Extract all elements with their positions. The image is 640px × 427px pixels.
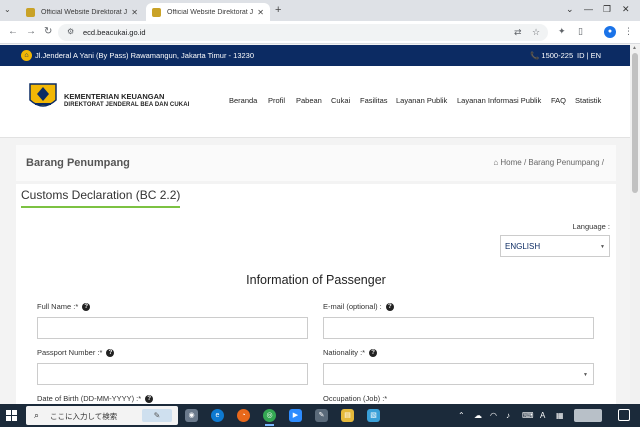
dob-label: Date of Birth (DD-MM-YYYY) :*? xyxy=(37,394,154,404)
chevron-down-icon: ▼ xyxy=(583,372,588,378)
browser-menu-icon[interactable]: ⋮ xyxy=(624,26,633,37)
tab-title: Official Website Direktorat Jenderal Bea… xyxy=(167,8,254,16)
minimize-button[interactable]: — xyxy=(584,4,593,14)
full-name-input[interactable] xyxy=(37,317,308,339)
bookmark-star-icon[interactable]: ☆ xyxy=(532,27,540,38)
translate-icon[interactable]: ⇄ xyxy=(514,27,522,38)
taskbar-search-input[interactable]: ⌕ ここに入力して検索 ✎ xyxy=(26,406,178,425)
browser-tab-2[interactable]: Official Website Direktorat Jenderal Bea… xyxy=(146,3,270,21)
nav-beranda[interactable]: Beranda xyxy=(229,96,257,105)
declaration-title: Customs Declaration (BC 2.2) xyxy=(21,188,181,208)
site-favicon-icon xyxy=(26,7,35,17)
page-scrollbar[interactable]: ▲ xyxy=(630,45,640,404)
email-input[interactable] xyxy=(323,317,594,339)
windows-taskbar: ⌕ ここに入力して検索 ✎ ◉ e ◔ ◎ ▶ ✎ ▤ ▧ ⌃ ☁ ◠ ♪ ⌨ … xyxy=(0,404,640,427)
occupation-label: Occupation (Job) :* xyxy=(323,394,388,403)
tab-list-icon[interactable]: ⌄ xyxy=(566,4,574,15)
nav-layanan-publik[interactable]: Layanan Publik xyxy=(396,96,447,105)
page-viewport: ⌂ Jl.Jenderal A Yani (By Pass) Rawamangu… xyxy=(0,45,630,404)
side-panel-icon[interactable]: ▯ xyxy=(578,26,583,37)
taskbar-clock[interactable] xyxy=(574,409,602,422)
tab-close-icon[interactable]: ✕ xyxy=(257,8,264,17)
section-title: Information of Passenger xyxy=(246,273,386,287)
keyboard-icon[interactable]: ⌨ xyxy=(522,411,534,420)
nav-profil[interactable]: Profil xyxy=(268,96,285,105)
site-header: KEMENTERIAN KEUANGAN DIREKTORAT JENDERAL… xyxy=(0,66,630,138)
tab-title: Official Website Direktorat Jenderal Bea… xyxy=(41,8,128,16)
close-window-button[interactable]: ✕ xyxy=(622,4,630,15)
file-explorer-icon[interactable]: ▤ xyxy=(341,409,354,422)
passport-label: Passport Number :*? xyxy=(37,348,115,358)
language-switch[interactable]: ID | EN xyxy=(577,51,601,60)
site-top-bar: ⌂ Jl.Jenderal A Yani (By Pass) Rawamangu… xyxy=(0,45,630,66)
scroll-thumb[interactable] xyxy=(632,53,638,193)
help-icon[interactable]: ? xyxy=(82,303,91,312)
tab-close-icon[interactable]: ✕ xyxy=(131,8,138,17)
firefox-browser-icon[interactable]: ◔ xyxy=(237,409,250,422)
passport-input[interactable] xyxy=(37,363,308,385)
onedrive-icon[interactable]: ☁ xyxy=(474,411,482,420)
email-label: E-mail (optional) :? xyxy=(323,302,394,312)
help-icon[interactable]: ? xyxy=(369,349,378,358)
language-label: Language : xyxy=(572,222,610,231)
ime-settings-icon[interactable]: ▦ xyxy=(556,411,564,420)
browser-toolbar: ← → ↻ ⚙ ecd.beacukai.go.id ⇄ ☆ ✦ ▯ ● ⋮ xyxy=(0,21,640,44)
home-icon[interactable]: ⌂ xyxy=(21,50,32,61)
tray-expand-icon[interactable]: ⌃ xyxy=(458,411,465,420)
help-icon[interactable]: ? xyxy=(106,349,115,358)
nav-faq[interactable]: FAQ xyxy=(551,96,566,105)
language-select[interactable]: ENGLISH ▼ xyxy=(500,235,610,257)
scroll-up-icon[interactable]: ▲ xyxy=(632,45,637,51)
browser-tab-strip: ⌄ Official Website Direktorat Jenderal B… xyxy=(0,0,640,21)
url-text: ecd.beacukai.go.id xyxy=(83,28,146,37)
edge-browser-icon[interactable]: e xyxy=(211,409,224,422)
contact-phone[interactable]: 📞 1500-225 xyxy=(530,51,573,60)
nav-fasilitas[interactable]: Fasilitas xyxy=(360,96,388,105)
search-icon: ⌕ xyxy=(34,410,40,420)
search-placeholder: ここに入力して検索 xyxy=(50,412,118,421)
notification-icon[interactable] xyxy=(618,409,630,421)
kemenkeu-logo-icon[interactable] xyxy=(26,80,60,112)
windows-start-icon[interactable] xyxy=(6,410,17,421)
back-icon[interactable]: ← xyxy=(8,26,18,37)
new-tab-button[interactable]: + xyxy=(275,4,281,16)
help-icon[interactable]: ? xyxy=(145,395,154,404)
brand-directorate: DIREKTORAT JENDERAL BEA DAN CUKAI xyxy=(64,102,190,108)
notes-app-icon[interactable]: ▧ xyxy=(367,409,380,422)
office-address: Jl.Jenderal A Yani (By Pass) Rawamangun,… xyxy=(35,51,254,60)
nav-cukai[interactable]: Cukai xyxy=(331,96,350,105)
ime-mode-icon[interactable]: A xyxy=(540,411,545,420)
extensions-icon[interactable]: ✦ xyxy=(558,26,566,37)
profile-avatar-icon[interactable]: ● xyxy=(604,26,616,38)
chrome-browser-icon[interactable]: ◎ xyxy=(263,409,276,426)
brand-ministry: KEMENTERIAN KEUANGAN xyxy=(64,92,165,101)
language-value: ENGLISH xyxy=(505,242,541,251)
nav-statistik[interactable]: Statistik xyxy=(575,96,601,105)
search-highlight-icon: ✎ xyxy=(142,409,172,422)
volume-icon[interactable]: ♪ xyxy=(506,411,510,420)
chevron-down-icon: ▼ xyxy=(600,244,605,250)
breadcrumb[interactable]: ⌂ Home / Barang Penumpang / xyxy=(493,158,604,167)
page-title: Barang Penumpang xyxy=(26,157,130,169)
tab-search-icon[interactable]: ⌄ xyxy=(4,5,11,14)
nationality-select[interactable]: ▼ xyxy=(323,363,594,385)
help-icon[interactable]: ? xyxy=(385,303,394,312)
zoom-app-icon[interactable]: ▶ xyxy=(289,409,302,422)
nationality-label: Nationality :*? xyxy=(323,348,378,358)
reload-icon[interactable]: ↻ xyxy=(44,26,52,37)
site-info-icon[interactable]: ⚙ xyxy=(67,27,74,36)
forward-icon[interactable]: → xyxy=(26,26,36,37)
breadcrumb-bar: Barang Penumpang ⌂ Home / Barang Penumpa… xyxy=(16,145,616,181)
browser-tab-1[interactable]: Official Website Direktorat Jenderal Bea… xyxy=(20,3,144,21)
site-favicon-icon xyxy=(152,7,161,17)
address-bar[interactable]: ⚙ ecd.beacukai.go.id ⇄ ☆ xyxy=(58,24,548,41)
pen-app-icon[interactable]: ✎ xyxy=(315,409,328,422)
maximize-button[interactable]: ❐ xyxy=(603,4,611,15)
nav-pabean[interactable]: Pabean xyxy=(296,96,322,105)
nav-layanan-informasi-publik[interactable]: Layanan Informasi Publik xyxy=(457,96,541,105)
full-name-label: Full Name :*? xyxy=(37,302,91,312)
camera-app-icon[interactable]: ◉ xyxy=(185,409,198,422)
declaration-form: Customs Declaration (BC 2.2) Language : … xyxy=(16,184,616,404)
wifi-icon[interactable]: ◠ xyxy=(490,411,497,420)
